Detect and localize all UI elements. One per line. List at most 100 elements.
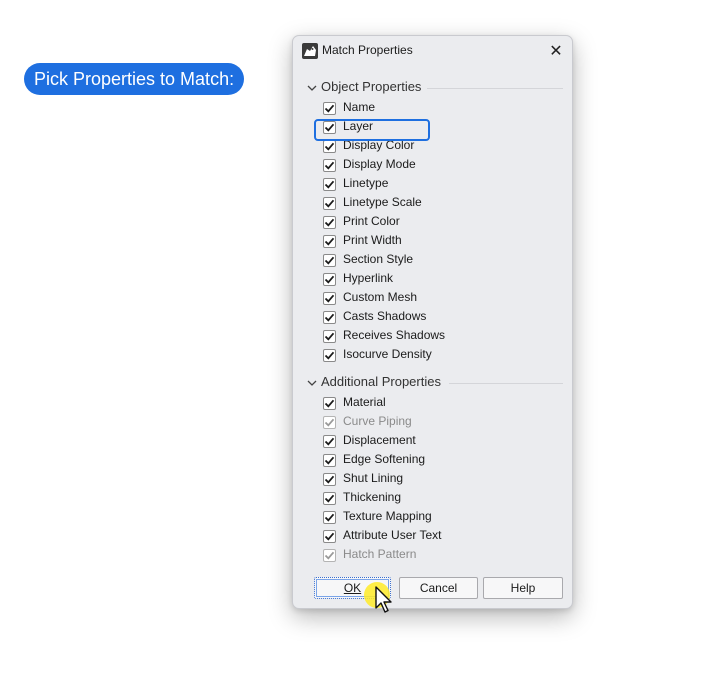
- checkbox: [323, 416, 336, 429]
- property-checkbox-row[interactable]: Linetype Scale: [323, 194, 555, 213]
- group-label: Object Properties: [321, 79, 422, 94]
- ok-button-label: OK: [343, 581, 362, 595]
- checkmark-icon: [324, 437, 335, 446]
- checkmark-icon: [324, 532, 335, 541]
- mouse-pointer-icon: [375, 586, 395, 616]
- property-checkbox-row[interactable]: Name: [323, 99, 555, 118]
- checkbox[interactable]: [323, 435, 336, 448]
- checkmark-icon: [324, 456, 335, 465]
- chevron-down-icon[interactable]: [307, 374, 317, 392]
- checkmark-icon: [324, 475, 335, 484]
- checkbox-label: Texture Mapping: [343, 509, 432, 523]
- property-checkbox-row[interactable]: Edge Softening: [323, 451, 555, 470]
- checkbox-label: Linetype: [343, 176, 389, 190]
- checkbox-label: Linetype Scale: [343, 195, 422, 209]
- checkbox[interactable]: [323, 216, 336, 229]
- checkbox[interactable]: [323, 330, 336, 343]
- group-divider: [427, 88, 563, 89]
- checkbox-label: Displacement: [343, 433, 416, 447]
- property-checkbox-row[interactable]: Hyperlink: [323, 270, 555, 289]
- checkbox-label: Print Color: [343, 214, 400, 228]
- match-properties-dialog: Match Properties ✕ Object Properties Name…: [292, 35, 573, 609]
- group-label: Additional Properties: [321, 374, 441, 389]
- checkbox-label: Display Mode: [343, 157, 416, 171]
- property-checkbox-row[interactable]: Displacement: [323, 432, 555, 451]
- dialog-titlebar[interactable]: Match Properties ✕: [293, 36, 572, 66]
- checkbox-label: Attribute User Text: [343, 528, 442, 542]
- property-checkbox-row: Curve Piping: [323, 413, 555, 432]
- checkbox[interactable]: [323, 235, 336, 248]
- checkbox[interactable]: [323, 197, 336, 210]
- group-header[interactable]: Object Properties: [307, 79, 563, 97]
- checkbox[interactable]: [323, 159, 336, 172]
- checkbox-label: Isocurve Density: [343, 347, 432, 361]
- help-button[interactable]: Help: [483, 577, 563, 599]
- checkmark-icon: [324, 313, 335, 322]
- checkbox-label: Name: [343, 100, 376, 114]
- checkmark-icon: [324, 418, 335, 427]
- checkmark-icon: [324, 256, 335, 265]
- checkbox[interactable]: [323, 530, 336, 543]
- checkbox[interactable]: [323, 473, 336, 486]
- chevron-down-icon[interactable]: [307, 79, 317, 97]
- checkbox[interactable]: [323, 102, 336, 115]
- checkbox[interactable]: [323, 178, 336, 191]
- checkbox[interactable]: [323, 140, 336, 153]
- checkmark-icon: [324, 142, 335, 151]
- property-checkbox-row[interactable]: Custom Mesh: [323, 289, 555, 308]
- help-button-label: Help: [510, 581, 536, 595]
- property-checkbox-row[interactable]: Casts Shadows: [323, 308, 555, 327]
- checkbox[interactable]: [323, 311, 336, 324]
- rhino-app-icon: [302, 43, 318, 59]
- checkmark-icon: [324, 551, 335, 560]
- cancel-button-label: Cancel: [419, 581, 458, 595]
- checkbox[interactable]: [323, 492, 336, 505]
- checkbox-label: Hatch Pattern: [343, 547, 417, 561]
- checkmark-icon: [324, 161, 335, 170]
- checkbox-label: Edge Softening: [343, 452, 426, 466]
- checkmark-icon: [324, 332, 335, 341]
- checkbox[interactable]: [323, 397, 336, 410]
- checkbox[interactable]: [323, 292, 336, 305]
- property-checkbox-row[interactable]: Print Width: [323, 232, 555, 251]
- checkbox[interactable]: [323, 254, 336, 267]
- checkbox[interactable]: [323, 273, 336, 286]
- cancel-button[interactable]: Cancel: [399, 577, 478, 599]
- property-checkbox-row[interactable]: Material: [323, 394, 555, 413]
- checkmark-icon: [324, 218, 335, 227]
- layer-highlight-box: [314, 119, 430, 141]
- property-checkbox-row[interactable]: Texture Mapping: [323, 508, 555, 527]
- checkmark-icon: [324, 199, 335, 208]
- property-checkbox-row[interactable]: Print Color: [323, 213, 555, 232]
- group-header[interactable]: Additional Properties: [307, 374, 563, 392]
- property-checkbox-row[interactable]: Attribute User Text: [323, 527, 555, 546]
- checkbox-label: Casts Shadows: [343, 309, 427, 323]
- group-divider: [449, 383, 563, 384]
- checkmark-icon: [324, 494, 335, 503]
- property-checkbox-row[interactable]: Receives Shadows: [323, 327, 555, 346]
- close-icon[interactable]: ✕: [546, 41, 566, 61]
- property-checkbox-row[interactable]: Display Mode: [323, 156, 555, 175]
- checkmark-icon: [324, 237, 335, 246]
- property-checkbox-row[interactable]: Thickening: [323, 489, 555, 508]
- checkmark-icon: [324, 275, 335, 284]
- checkbox-label: Shut Lining: [343, 471, 404, 485]
- checkbox-label: Print Width: [343, 233, 402, 247]
- property-checkbox-row[interactable]: Section Style: [323, 251, 555, 270]
- property-checkbox-row[interactable]: Shut Lining: [323, 470, 555, 489]
- instruction-callout: Pick Properties to Match:: [24, 63, 245, 95]
- property-checkbox-row[interactable]: Linetype: [323, 175, 555, 194]
- checkbox-label: Custom Mesh: [343, 290, 418, 304]
- checkbox-label: Hyperlink: [343, 271, 394, 285]
- checkmark-icon: [324, 104, 335, 113]
- checkmark-icon: [324, 351, 335, 360]
- property-checkbox-row: Hatch Pattern: [323, 546, 555, 565]
- dialog-title: Match Properties: [322, 43, 413, 57]
- checkbox-label: Material: [343, 395, 386, 409]
- checkbox[interactable]: [323, 454, 336, 467]
- property-checkbox-row[interactable]: Isocurve Density: [323, 346, 555, 365]
- checkmark-icon: [324, 294, 335, 303]
- checkbox[interactable]: [323, 511, 336, 524]
- checkbox[interactable]: [323, 349, 336, 362]
- checkmark-icon: [324, 399, 335, 408]
